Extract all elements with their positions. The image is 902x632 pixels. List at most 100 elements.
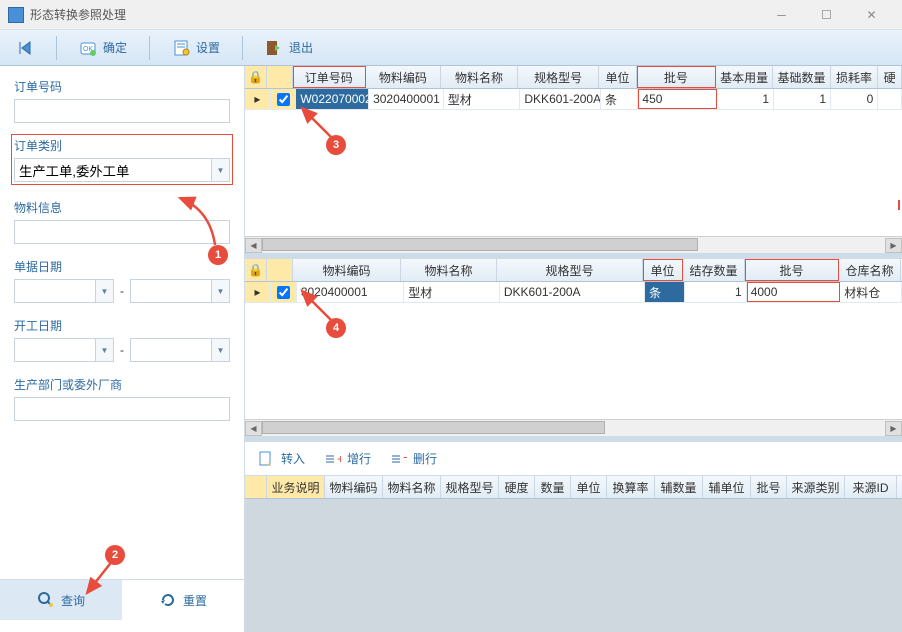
grid2-batch[interactable]: 4000: [747, 282, 841, 302]
add-row-button[interactable]: + 增行: [323, 450, 371, 468]
grid3-h-srctype[interactable]: 来源类别: [787, 476, 845, 498]
grid2-checkbox[interactable]: [277, 286, 290, 299]
grid2-rowhead[interactable]: ▸: [245, 282, 271, 302]
confirm-button[interactable]: OK 确定: [73, 35, 133, 61]
scroll-left-icon[interactable]: ◀: [245, 238, 262, 253]
grid1-h-orderno[interactable]: 订单号码: [293, 66, 366, 88]
grid3-body[interactable]: [245, 499, 902, 632]
grid1-loss[interactable]: 0: [831, 89, 878, 109]
grid2-h-matname[interactable]: 物料名称: [401, 259, 497, 281]
grid3-h-unit[interactable]: 单位: [571, 476, 607, 498]
grid2-matcode[interactable]: 3020400001: [297, 282, 404, 302]
exit-button[interactable]: 退出: [259, 35, 319, 61]
chevron-down-icon[interactable]: ▼: [211, 280, 229, 302]
order-type-combo[interactable]: ▼: [14, 158, 230, 182]
doc-date-to[interactable]: ▼: [130, 279, 230, 303]
dept-input[interactable]: [14, 397, 230, 421]
grid1-batch[interactable]: 450: [638, 89, 717, 109]
grid1-h-spec[interactable]: 规格型号: [518, 66, 599, 88]
material-input[interactable]: [14, 220, 230, 244]
close-button[interactable]: ✕: [849, 1, 894, 29]
grid2-h-wh[interactable]: 仓库名称: [839, 259, 901, 281]
grid2-h-unit[interactable]: 单位: [643, 259, 683, 281]
toolbar-separator: [242, 36, 243, 60]
grid1-matname[interactable]: 型材: [444, 89, 521, 109]
grid2-wh[interactable]: 材料仓: [840, 282, 902, 302]
chevron-down-icon[interactable]: ▼: [95, 339, 113, 361]
grid1-h-batch[interactable]: 批号: [637, 66, 716, 88]
grid3-h-hard[interactable]: 硬度: [499, 476, 535, 498]
order-type-dropdown-icon[interactable]: ▼: [211, 159, 229, 181]
grid1-h-baseqty[interactable]: 基础数量: [773, 66, 830, 88]
grid3[interactable]: 业务说明 物料编码 物料名称 规格型号 硬度 数量 单位 换算率 辅数量 辅单位…: [245, 476, 902, 632]
grid1-h-hard[interactable]: 硬: [878, 66, 902, 88]
grid1-checkbox-cell[interactable]: [271, 89, 297, 109]
grid2-h-lock[interactable]: 🔒: [245, 259, 267, 281]
order-no-field: 订单号码: [14, 78, 230, 123]
grid2-h-check[interactable]: [267, 259, 293, 281]
grid2[interactable]: 🔒 物料编码 物料名称 规格型号 单位 结存数量 批号 仓库名称 ▸ 30204…: [245, 259, 902, 419]
grid3-h-rate[interactable]: 换算率: [607, 476, 655, 498]
minimize-button[interactable]: ─: [759, 1, 804, 29]
grid2-h-spec[interactable]: 规格型号: [497, 259, 643, 281]
grid1-h-unit[interactable]: 单位: [599, 66, 637, 88]
grid1-baseuse[interactable]: 1: [717, 89, 774, 109]
import-button[interactable]: 转入: [257, 450, 305, 468]
grid3-header: 业务说明 物料编码 物料名称 规格型号 硬度 数量 单位 换算率 辅数量 辅单位…: [245, 476, 902, 499]
order-type-input[interactable]: [15, 159, 211, 181]
grid3-h-lock[interactable]: [245, 476, 267, 498]
scroll-left-icon[interactable]: ◀: [245, 421, 262, 436]
grid1-baseqty[interactable]: 1: [774, 89, 831, 109]
start-date-from[interactable]: ▼: [14, 338, 114, 362]
grid1-unit[interactable]: 条: [601, 89, 638, 109]
first-button[interactable]: [10, 35, 40, 61]
reset-button[interactable]: 重置: [122, 580, 244, 620]
grid3-h-batch[interactable]: 批号: [751, 476, 787, 498]
grid2-qty[interactable]: 1: [685, 282, 747, 302]
scroll-right-icon[interactable]: ▶: [885, 238, 902, 253]
grid1-rowhead[interactable]: ▸: [245, 89, 271, 109]
scroll-right-icon[interactable]: ▶: [885, 421, 902, 436]
grid3-h-srcid[interactable]: 来源ID: [845, 476, 897, 498]
del-row-button[interactable]: − 删行: [389, 450, 437, 468]
chevron-down-icon[interactable]: ▼: [211, 339, 229, 361]
grid2-h-batch[interactable]: 批号: [745, 259, 839, 281]
grid2-row[interactable]: ▸ 3020400001 型材 DKK601-200A 条 1 4000 材料仓: [245, 282, 902, 303]
chevron-down-icon[interactable]: ▼: [95, 280, 113, 302]
grid1-h-baseuse[interactable]: 基本用量: [716, 66, 773, 88]
callout-4: 4: [326, 318, 346, 338]
grid1-row[interactable]: ▸ W022070002 3020400001 型材 DKK601-200A 条…: [245, 89, 902, 110]
grid1-spec[interactable]: DKK601-200A: [520, 89, 601, 109]
grid1-matcode[interactable]: 3020400001: [369, 89, 444, 109]
doc-date-from[interactable]: ▼: [14, 279, 114, 303]
maximize-button[interactable]: ☐: [804, 1, 849, 29]
grid2-hscroll[interactable]: ◀ ▶: [245, 419, 902, 436]
grid2-h-qty[interactable]: 结存数量: [683, 259, 745, 281]
grid1-hard[interactable]: [878, 89, 902, 109]
grid1-h-matcode[interactable]: 物料编码: [366, 66, 441, 88]
grid3-h-bizdesc[interactable]: 业务说明: [267, 476, 325, 498]
grid1-h-check[interactable]: [267, 66, 293, 88]
grid1-orderno[interactable]: W022070002: [296, 89, 369, 109]
grid1-h-lock[interactable]: 🔒: [245, 66, 267, 88]
start-date-to[interactable]: ▼: [130, 338, 230, 362]
grid3-h-auxunit[interactable]: 辅单位: [703, 476, 751, 498]
grid2-h-matcode[interactable]: 物料编码: [293, 259, 401, 281]
grid2-unit[interactable]: 条: [645, 282, 685, 302]
grid1-h-matname[interactable]: 物料名称: [441, 66, 518, 88]
grid1-hscroll[interactable]: ◀ ▶: [245, 236, 902, 253]
query-button[interactable]: 查询: [0, 580, 122, 620]
grid3-h-matcode[interactable]: 物料编码: [325, 476, 383, 498]
order-no-input[interactable]: [14, 99, 230, 123]
grid1-wrap: 🔒 订单号码 物料编码 物料名称 规格型号 单位 批号 基本用量 基础数量 损耗…: [245, 66, 902, 259]
grid3-h-auxqty[interactable]: 辅数量: [655, 476, 703, 498]
grid1-checkbox[interactable]: [277, 93, 290, 106]
settings-button[interactable]: 设置: [166, 35, 226, 61]
grid2-matname[interactable]: 型材: [404, 282, 500, 302]
grid2-checkbox-cell[interactable]: [271, 282, 297, 302]
grid3-h-matname[interactable]: 物料名称: [383, 476, 441, 498]
grid1-h-loss[interactable]: 损耗率: [831, 66, 879, 88]
grid3-h-spec[interactable]: 规格型号: [441, 476, 499, 498]
grid3-h-qty[interactable]: 数量: [535, 476, 571, 498]
grid2-spec[interactable]: DKK601-200A: [500, 282, 645, 302]
